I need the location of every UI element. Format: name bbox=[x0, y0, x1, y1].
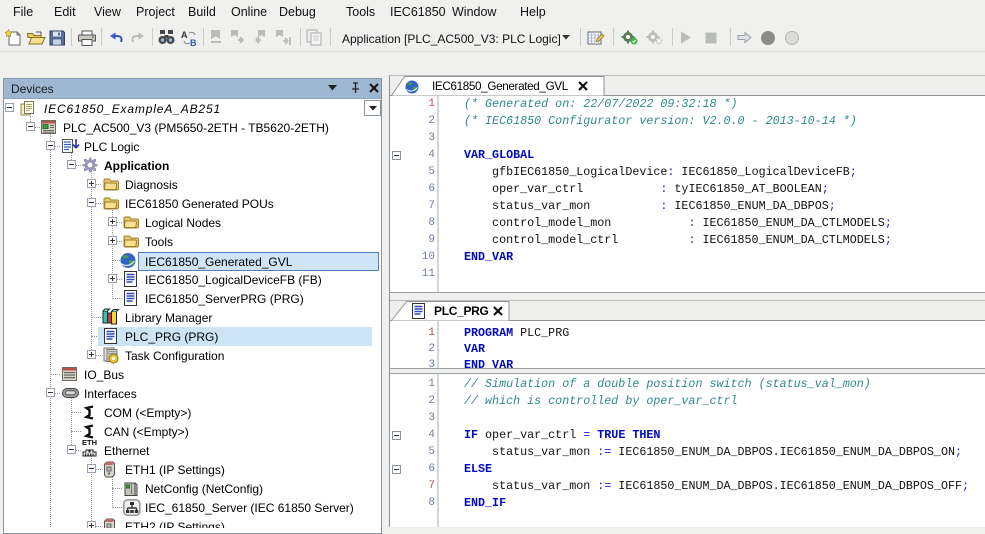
svg-text:ETH: ETH bbox=[82, 438, 97, 447]
svg-text:B: B bbox=[190, 38, 197, 47]
svg-text:A: A bbox=[181, 30, 188, 40]
